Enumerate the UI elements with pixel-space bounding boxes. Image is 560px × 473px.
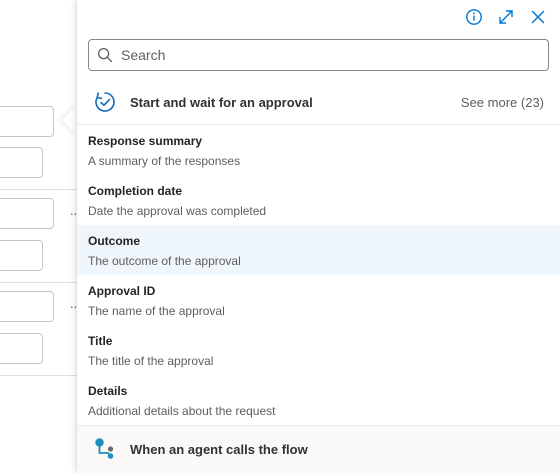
background-input-3[interactable] — [0, 198, 54, 229]
list-item[interactable]: Outcome The outcome of the approval — [77, 225, 560, 275]
item-name: Title — [88, 334, 113, 348]
item-name: Details — [88, 384, 128, 398]
trigger-section-header[interactable]: When an agent calls the flow — [77, 425, 560, 473]
item-description: Date the approval was completed — [88, 204, 267, 218]
background-input-6[interactable] — [0, 333, 43, 364]
search-input[interactable] — [119, 46, 523, 64]
search-box[interactable] — [88, 39, 549, 71]
list-item[interactable]: Approval ID The name of the approval — [77, 275, 560, 325]
list-item[interactable]: Details Additional details about the req… — [77, 375, 560, 425]
list-item[interactable]: Completion date Date the approval was co… — [77, 175, 560, 225]
dynamic-content-flyout: Start and wait for an approval See more … — [77, 0, 560, 473]
item-description: The title of the approval — [88, 354, 214, 368]
action-section-header[interactable]: Start and wait for an approval See more … — [77, 80, 560, 125]
trigger-label: When an agent calls the flow — [130, 442, 308, 457]
background-divider-2 — [0, 282, 77, 283]
flyout-header-actions — [464, 6, 548, 28]
item-name: Completion date — [88, 184, 183, 198]
agent-flow-icon — [93, 437, 117, 466]
info-icon[interactable] — [464, 7, 484, 27]
background-input-1[interactable] — [0, 106, 54, 137]
background-input-2[interactable] — [0, 147, 43, 178]
expand-icon[interactable] — [496, 7, 516, 27]
item-name: Approval ID — [88, 284, 156, 298]
dynamic-content-list: Response summary A summary of the respon… — [77, 125, 560, 425]
background-input-5[interactable] — [0, 291, 54, 322]
see-more-link[interactable]: See more (23) — [461, 95, 544, 110]
item-description: Additional details about the request — [88, 404, 276, 418]
item-name: Response summary — [88, 134, 203, 148]
item-description: The name of the approval — [88, 304, 225, 318]
background-input-4[interactable] — [0, 240, 43, 271]
item-name: Outcome — [88, 234, 141, 248]
item-description: The outcome of the approval — [88, 254, 241, 268]
item-description: A summary of the responses — [88, 154, 241, 168]
close-icon[interactable] — [528, 7, 548, 27]
approval-icon — [93, 90, 117, 119]
section-title: Start and wait for an approval — [130, 94, 313, 110]
list-item[interactable]: Response summary A summary of the respon… — [77, 125, 560, 175]
background-divider-1 — [0, 189, 77, 190]
background-divider-3 — [0, 375, 77, 376]
list-item[interactable]: Title The title of the approval — [77, 325, 560, 375]
search-icon — [97, 47, 113, 63]
